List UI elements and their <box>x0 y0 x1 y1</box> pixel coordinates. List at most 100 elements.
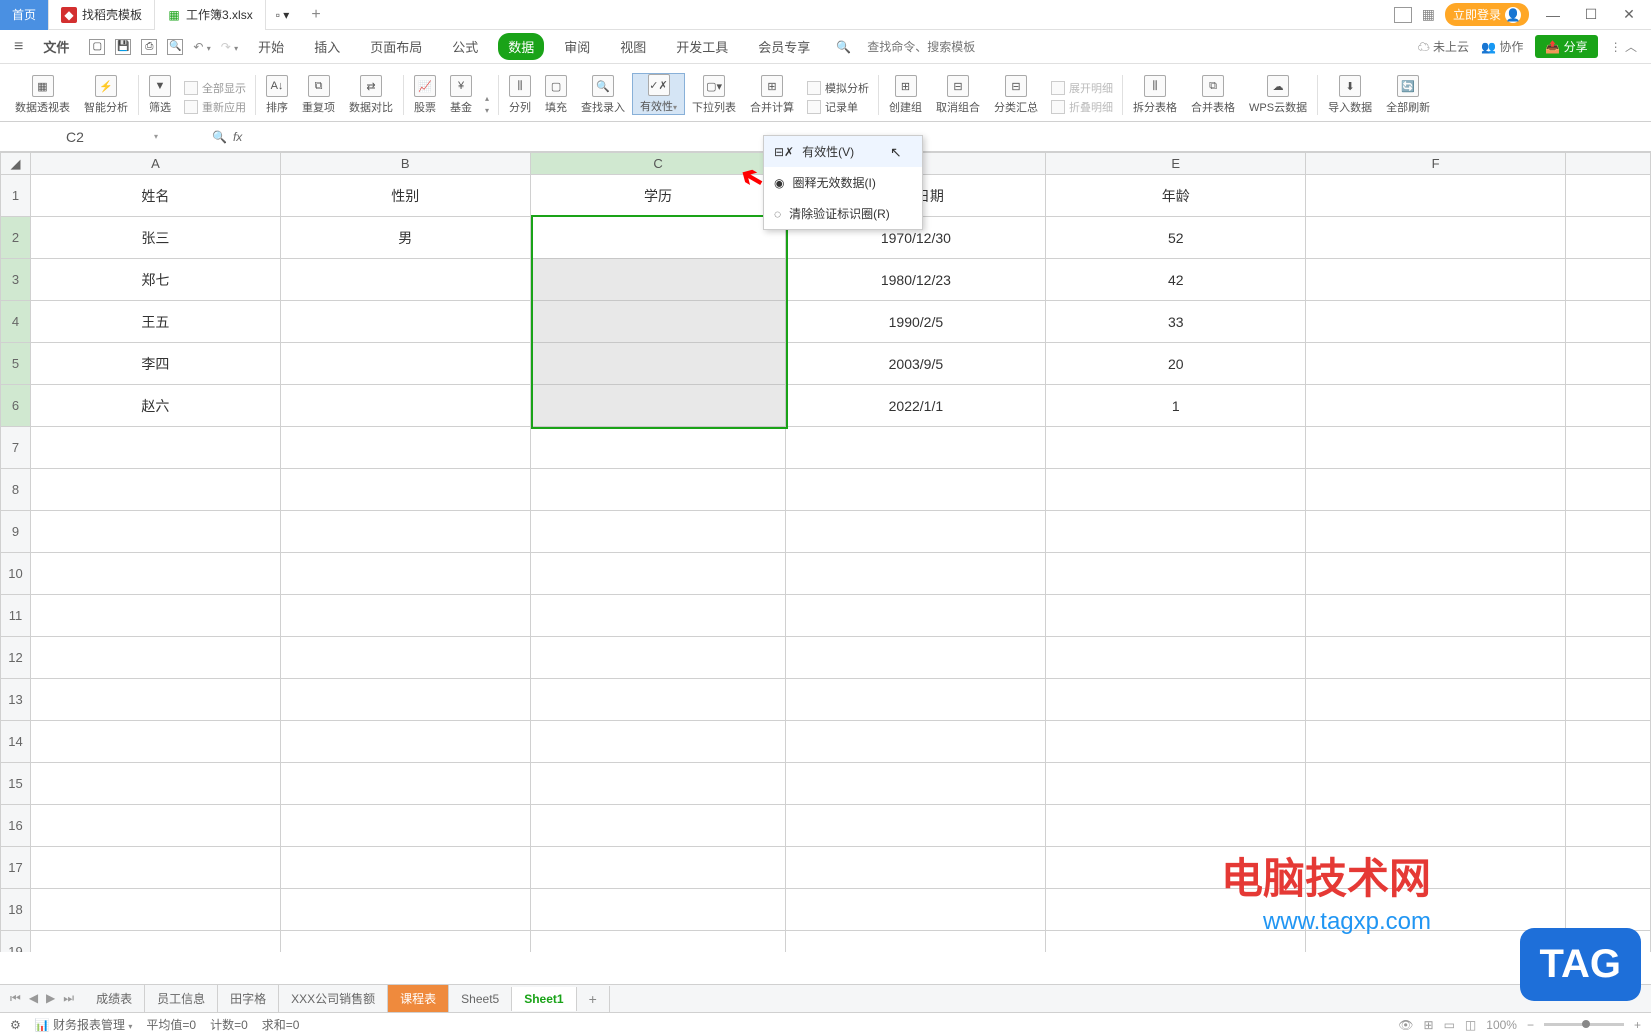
ribbon-record[interactable]: 记录单 <box>807 99 869 115</box>
sheet-prev-icon[interactable]: ◀ <box>29 991 38 1006</box>
sheet-tab-5[interactable]: 课程表 <box>388 985 449 1012</box>
select-all-corner[interactable]: ◢ <box>1 153 31 175</box>
cell-B1[interactable]: 性别 <box>280 175 530 217</box>
ribbon-wpscloud[interactable]: ☁WPS云数据 <box>1242 75 1314 115</box>
ribbon-splitsheet[interactable]: ⫼拆分表格 <box>1126 75 1184 115</box>
row-header-15[interactable]: 15 <box>1 763 31 805</box>
fx-label[interactable]: fx <box>233 130 242 144</box>
cell-B5[interactable] <box>280 343 530 385</box>
undo-icon[interactable]: ↶ ▾ <box>193 40 210 54</box>
ribbon-pivot[interactable]: ▦数据透视表 <box>8 75 77 115</box>
row-header-2[interactable]: 2 <box>1 217 31 259</box>
file-menu[interactable]: 文件 <box>33 33 79 60</box>
col-header-B[interactable]: B <box>280 153 530 175</box>
ribbon-validity[interactable]: ✓✗有效性▾ <box>632 73 685 115</box>
ribbon-reapply[interactable]: 重新应用 <box>184 99 246 115</box>
ribbon-dataval[interactable]: ⇄数据对比 <box>342 75 400 115</box>
zoom-out-icon[interactable]: − <box>1527 1018 1534 1032</box>
cell-E1[interactable]: 年龄 <box>1046 175 1306 217</box>
sheet-tab-1[interactable]: 成绩表 <box>84 985 145 1012</box>
tab-dev[interactable]: 开发工具 <box>666 33 738 60</box>
ribbon-filter[interactable]: ▼筛选 <box>142 75 178 115</box>
ribbon-dropdown[interactable]: ▢▾下拉列表 <box>685 75 743 115</box>
row-header-4[interactable]: 4 <box>1 301 31 343</box>
spreadsheet-grid[interactable]: ◢ A B C D E F 1 姓名 性别 学历 出生日期 年龄 2 张三 男 … <box>0 152 1651 952</box>
row-header-12[interactable]: 12 <box>1 637 31 679</box>
ribbon-showall[interactable]: 全部显示 <box>184 80 246 96</box>
col-header-extra[interactable] <box>1565 153 1650 175</box>
save-icon[interactable]: 💾 <box>115 39 131 55</box>
row-header-9[interactable]: 9 <box>1 511 31 553</box>
more-menu[interactable]: ⋮ ︿ <box>1610 38 1637 55</box>
ribbon-group-btn[interactable]: ⊞创建组 <box>882 75 929 115</box>
cell-E5[interactable]: 20 <box>1046 343 1306 385</box>
row-header-14[interactable]: 14 <box>1 721 31 763</box>
status-eye-icon[interactable]: 👁 <box>1398 1018 1413 1032</box>
cell-B4[interactable] <box>280 301 530 343</box>
template-tab[interactable]: ◆ 找稻壳模板 <box>49 0 155 30</box>
ribbon-smart[interactable]: ⚡智能分析 <box>77 75 135 115</box>
ribbon-dup[interactable]: ⧉重复项 <box>295 75 342 115</box>
row-header-6[interactable]: 6 <box>1 385 31 427</box>
sheet-last-icon[interactable]: ⏭ <box>63 991 74 1006</box>
sheet-tab-6[interactable]: Sheet5 <box>449 987 512 1011</box>
collab-icon[interactable]: 👥 协作 <box>1481 38 1523 55</box>
tab-data[interactable]: 数据 <box>498 33 544 60</box>
cell-C4[interactable] <box>530 301 786 343</box>
print-icon[interactable]: ⎙ <box>141 39 157 55</box>
home-tab[interactable]: 首页 <box>0 0 49 30</box>
tab-more[interactable]: ▫ ▾ <box>266 0 300 30</box>
cell-C3[interactable] <box>530 259 786 301</box>
minimize-button[interactable]: — <box>1539 1 1567 29</box>
workbook-tab[interactable]: ▦ 工作簿3.xlsx <box>155 0 266 30</box>
login-button[interactable]: 立即登录 👤 <box>1445 3 1529 26</box>
cell-B6[interactable] <box>280 385 530 427</box>
ribbon-stock[interactable]: 📈股票 <box>407 75 443 115</box>
cell-B3[interactable] <box>280 259 530 301</box>
tab-view[interactable]: 视图 <box>610 33 656 60</box>
cell-C1[interactable]: 学历 <box>530 175 786 217</box>
sheet-next-icon[interactable]: ▶ <box>46 991 55 1006</box>
status-finance[interactable]: 📊 财务报表管理 ▾ <box>35 1016 133 1033</box>
cloud-icon[interactable]: ☁ 未上云 <box>1418 38 1469 55</box>
col-header-C[interactable]: C <box>530 153 786 175</box>
cell-E2[interactable]: 52 <box>1046 217 1306 259</box>
menu-circle-invalid[interactable]: ◉ 圈释无效数据(I) <box>764 167 922 198</box>
new-icon[interactable]: ▢ <box>89 39 105 55</box>
cell-D3[interactable]: 1980/12/23 <box>786 259 1046 301</box>
ribbon-fund[interactable]: ¥基金 <box>443 75 479 115</box>
ribbon-mergesheet[interactable]: ⧉合并表格 <box>1184 75 1242 115</box>
ribbon-import[interactable]: ⬇导入数据 <box>1321 75 1379 115</box>
status-zoom[interactable]: 100% <box>1486 1018 1517 1032</box>
cell-D4[interactable]: 1990/2/5 <box>786 301 1046 343</box>
status-layout-icon[interactable]: ▭ <box>1444 1018 1455 1032</box>
zoom-slider[interactable] <box>1544 1023 1624 1026</box>
new-tab-button[interactable]: + <box>299 0 332 30</box>
share-button[interactable]: 📤 分享 <box>1535 35 1597 58</box>
layout-icon[interactable] <box>1394 7 1412 23</box>
row-header-8[interactable]: 8 <box>1 469 31 511</box>
row-header-11[interactable]: 11 <box>1 595 31 637</box>
cell-B2[interactable]: 男 <box>280 217 530 259</box>
row-header-17[interactable]: 17 <box>1 847 31 889</box>
row-header-13[interactable]: 13 <box>1 679 31 721</box>
ribbon-sort[interactable]: A↓排序 <box>259 75 295 115</box>
tab-formula[interactable]: 公式 <box>442 33 488 60</box>
preview-icon[interactable]: 🔍 <box>167 39 183 55</box>
close-button[interactable]: ✕ <box>1615 1 1643 29</box>
maximize-button[interactable]: ☐ <box>1577 1 1605 29</box>
status-settings-icon[interactable]: ⚙ <box>10 1018 21 1032</box>
row-header-1[interactable]: 1 <box>1 175 31 217</box>
ribbon-find[interactable]: 🔍查找录入 <box>574 75 632 115</box>
name-box[interactable]: C2 <box>0 126 150 148</box>
row-header-19[interactable]: 19 <box>1 931 31 953</box>
row-header-7[interactable]: 7 <box>1 427 31 469</box>
ribbon-simulate[interactable]: 模拟分析 <box>807 80 869 96</box>
cell-A3[interactable]: 郑七 <box>30 259 280 301</box>
col-header-F[interactable]: F <box>1306 153 1566 175</box>
ribbon-ungroup[interactable]: ⊟取消组合 <box>929 75 987 115</box>
search-input[interactable] <box>867 40 1007 54</box>
menu-clear-circles[interactable]: ◌ 清除验证标识圈(R) <box>764 198 922 229</box>
status-grid-icon[interactable]: ⊞ <box>1424 1018 1434 1032</box>
cell-C2[interactable] <box>530 217 786 259</box>
